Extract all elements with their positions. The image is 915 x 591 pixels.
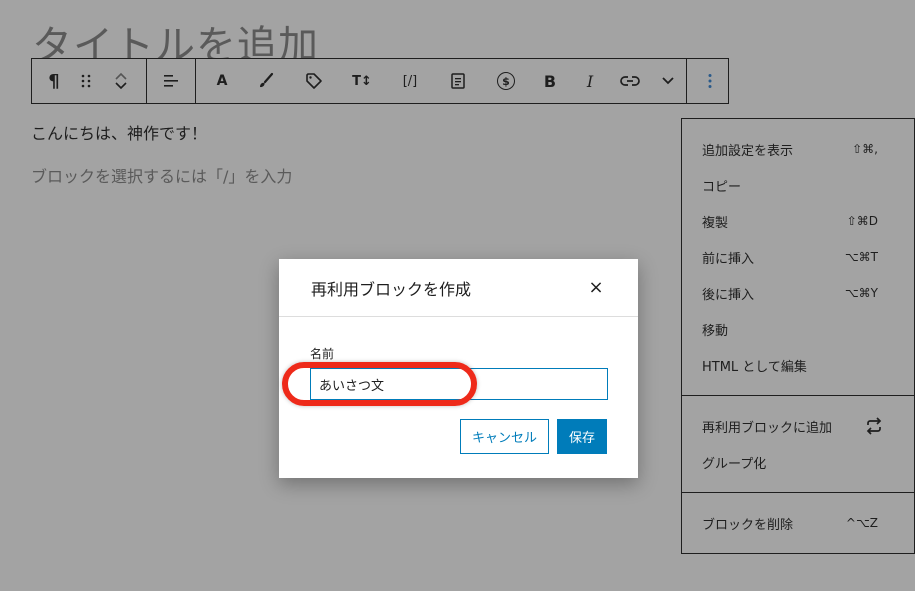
shortcut: ⌥⌘T bbox=[844, 250, 878, 264]
block-toolbar: ¶ A T↕ [/] $ B I bbox=[31, 58, 729, 104]
text-format-icon: T↕ bbox=[352, 73, 372, 89]
menu-item-duplicate[interactable]: 複製 ⇧⌘D bbox=[682, 203, 914, 239]
menu-group-1: 追加設定を表示 ⇧⌘, コピー 複製 ⇧⌘D 前に挿入 ⌥⌘T 後に挿入 ⌥⌘Y 移動 … bbox=[682, 119, 914, 396]
menu-item-add-reusable[interactable]: 再利用ブロックに追加 bbox=[682, 408, 914, 444]
chevron-down-icon bbox=[662, 77, 674, 85]
menu-item-show-settings[interactable]: 追加設定を表示 ⇧⌘, bbox=[682, 131, 914, 167]
toolbar-group-format: A T↕ [/] $ B I bbox=[196, 59, 687, 103]
menu-group-3: ブロックを削除 ^⌥Z bbox=[682, 493, 914, 553]
menu-item-edit-html[interactable]: HTML として編集 bbox=[682, 347, 914, 383]
move-up-icon[interactable] bbox=[114, 71, 128, 81]
block-appender-placeholder[interactable]: ブロックを選択するには「/」を入力 bbox=[31, 163, 292, 187]
more-formats-button[interactable] bbox=[650, 59, 686, 103]
options-button[interactable] bbox=[687, 59, 733, 103]
italic-icon: I bbox=[586, 71, 594, 91]
code-icon: [/] bbox=[402, 73, 418, 89]
italic-button[interactable]: I bbox=[570, 59, 610, 103]
close-icon[interactable]: × bbox=[586, 277, 606, 298]
shortcut: ⇧⌘, bbox=[852, 142, 878, 156]
reusable-block-icon bbox=[866, 417, 882, 435]
bold-icon: B bbox=[543, 71, 557, 91]
more-vertical-icon bbox=[708, 74, 712, 88]
shortcut: ^⌥Z bbox=[845, 516, 878, 530]
toolbar-group-align bbox=[147, 59, 196, 103]
menu-item-copy[interactable]: コピー bbox=[682, 167, 914, 203]
toolbar-group-options bbox=[687, 59, 733, 103]
menu-item-insert-before[interactable]: 前に挿入 ⌥⌘T bbox=[682, 239, 914, 275]
name-label: 名前 bbox=[310, 347, 335, 361]
highlight-button[interactable] bbox=[242, 59, 290, 103]
tag-button[interactable] bbox=[290, 59, 338, 103]
currency-glyph: $ bbox=[502, 74, 510, 88]
document-icon bbox=[451, 73, 465, 89]
menu-item-move[interactable]: 移動 bbox=[682, 311, 914, 347]
tag-icon bbox=[306, 73, 322, 89]
link-button[interactable] bbox=[610, 59, 650, 103]
move-down-icon[interactable] bbox=[114, 81, 128, 91]
drag-handle[interactable] bbox=[76, 59, 96, 103]
block-options-menu: 追加設定を表示 ⇧⌘, コピー 複製 ⇧⌘D 前に挿入 ⌥⌘T 後に挿入 ⌥⌘Y 移動 … bbox=[681, 118, 915, 554]
block-mover bbox=[96, 59, 146, 103]
menu-item-remove-block[interactable]: ブロックを削除 ^⌥Z bbox=[682, 505, 914, 541]
toolbar-group-block: ¶ bbox=[32, 59, 147, 103]
modal-header: 再利用ブロックを作成 × bbox=[279, 259, 638, 317]
cancel-button[interactable]: キャンセル bbox=[460, 419, 549, 454]
bold-button[interactable]: B bbox=[530, 59, 570, 103]
menu-item-insert-after[interactable]: 後に挿入 ⌥⌘Y bbox=[682, 275, 914, 311]
text-format-button[interactable]: T↕ bbox=[338, 59, 386, 103]
paragraph-block-button[interactable]: ¶ bbox=[32, 59, 76, 103]
text-color-icon: A bbox=[216, 73, 228, 89]
align-left-icon bbox=[164, 75, 178, 87]
annotation-highlight-ring bbox=[282, 362, 477, 406]
drag-handle-icon bbox=[81, 74, 91, 88]
align-button[interactable] bbox=[147, 59, 195, 103]
currency-icon: $ bbox=[497, 72, 515, 90]
modal-title: 再利用ブロックを作成 bbox=[311, 279, 472, 299]
menu-item-group[interactable]: グループ化 bbox=[682, 444, 914, 480]
shortcut: ⇧⌘D bbox=[846, 214, 878, 228]
link-icon bbox=[620, 76, 640, 86]
brush-icon bbox=[260, 72, 274, 88]
currency-button[interactable]: $ bbox=[482, 59, 530, 103]
menu-group-2: 再利用ブロックに追加 グループ化 bbox=[682, 396, 914, 493]
paragraph-icon: ¶ bbox=[48, 70, 60, 92]
inline-code-button[interactable]: [/] bbox=[386, 59, 434, 103]
text-color-button[interactable]: A bbox=[202, 59, 242, 103]
document-button[interactable] bbox=[434, 59, 482, 103]
save-button[interactable]: 保存 bbox=[557, 419, 607, 454]
paragraph-block[interactable]: こんにちは、神作です！ bbox=[31, 120, 207, 144]
shortcut: ⌥⌘Y bbox=[844, 286, 878, 300]
